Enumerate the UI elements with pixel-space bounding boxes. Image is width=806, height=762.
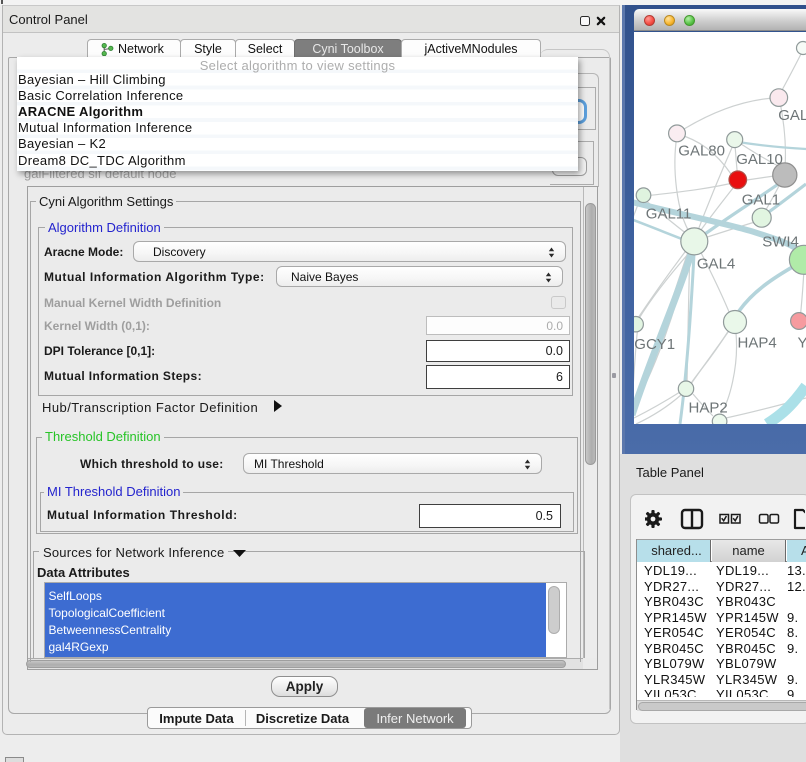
svg-text:GAL11: GAL11 [646, 206, 692, 223]
svg-text:HAP2: HAP2 [689, 400, 728, 417]
svg-text:GAL80: GAL80 [678, 143, 725, 160]
svg-text:GAL: GAL [778, 107, 806, 124]
svg-text:GAL1: GAL1 [742, 192, 780, 209]
svg-text:Y: Y [798, 335, 806, 352]
svg-text:HAP4: HAP4 [738, 335, 777, 352]
svg-text:GAL10: GAL10 [736, 151, 783, 168]
svg-text:GAL4: GAL4 [697, 256, 735, 273]
svg-text:GCY1: GCY1 [634, 336, 675, 353]
svg-text:SWI4: SWI4 [762, 234, 799, 251]
